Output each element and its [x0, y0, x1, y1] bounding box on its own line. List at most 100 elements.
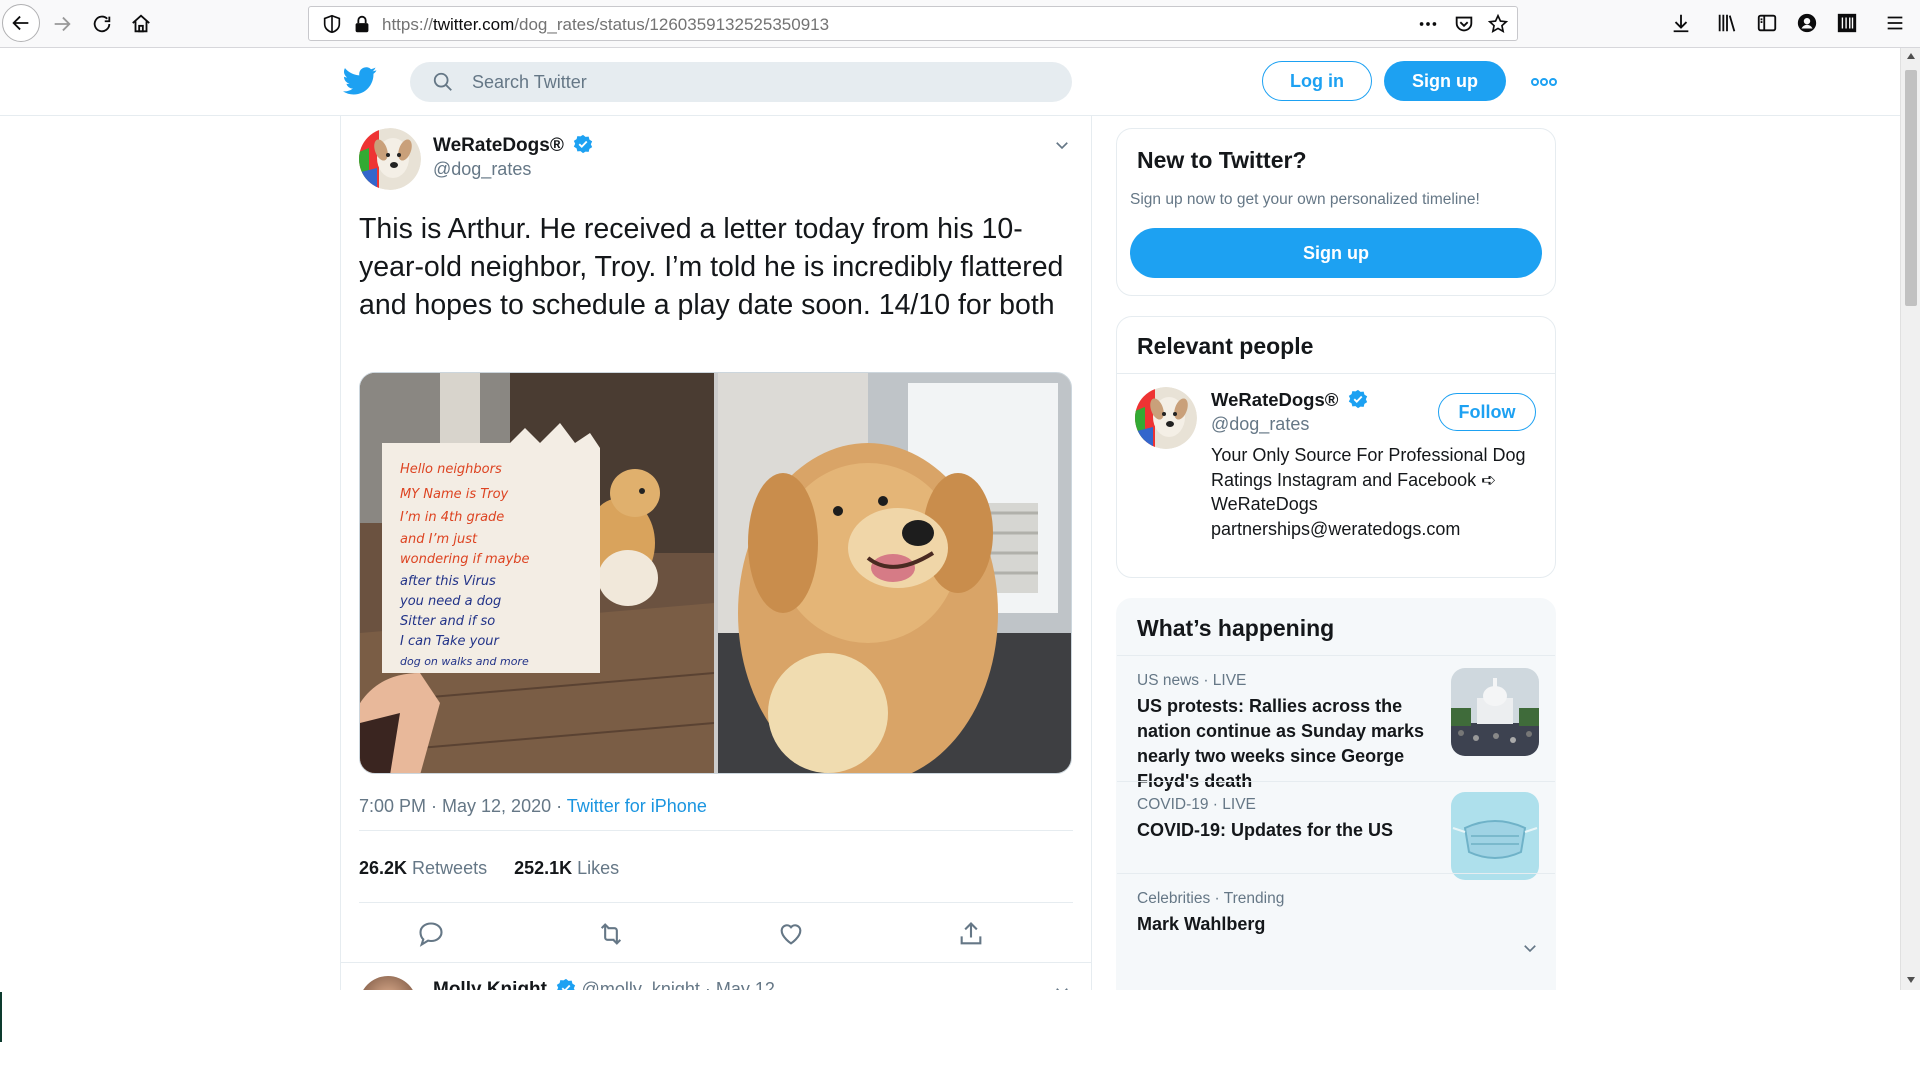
chevron-down-icon[interactable]: [1053, 982, 1071, 990]
reply-avatar[interactable]: [359, 976, 417, 990]
reply-header[interactable]: Molly Knight @molly_knight · May 12: [433, 978, 775, 990]
library-icon[interactable]: [1716, 12, 1738, 34]
trend-title: Mark Wahlberg: [1137, 914, 1266, 934]
letter-line: dog on walks and more: [400, 655, 529, 668]
reply-author-meta: @molly_knight · May 12: [581, 979, 775, 990]
chevron-down-icon[interactable]: [1521, 939, 1539, 957]
likes-label: Likes: [572, 858, 620, 878]
dog-avatar-image: [359, 128, 421, 190]
letter-line: Sitter and if so: [400, 614, 495, 629]
shield-icon[interactable]: [321, 13, 343, 35]
reply-icon[interactable]: [417, 920, 445, 948]
url-text[interactable]: https://twitter.com/dog_rates/status/126…: [382, 15, 829, 35]
letter-line: I can Take your: [400, 634, 501, 649]
author-name[interactable]: WeRateDogs®: [433, 134, 593, 157]
divider: [1117, 373, 1555, 374]
arrow-left-icon: [12, 15, 29, 31]
like-icon[interactable]: [777, 920, 805, 948]
trend-thumbnail: [1451, 792, 1539, 880]
forward-button[interactable]: [46, 8, 78, 40]
menu-icon[interactable]: [1884, 12, 1906, 34]
download-icon[interactable]: [1670, 12, 1692, 34]
author-handle[interactable]: @dog_rates: [433, 159, 531, 180]
url-scheme: https://: [382, 15, 434, 34]
tweet-text: This is Arthur. He received a letter tod…: [359, 213, 1064, 321]
tweet-media[interactable]: Hello neighbors MY Name is Troy I’m in 4…: [359, 372, 1072, 774]
tweet-source-link[interactable]: Twitter for iPhone: [567, 796, 707, 816]
letter-line: I’m in 4th grade: [400, 510, 504, 525]
home-icon: [132, 14, 150, 33]
person-bio: Your Only Source For Professional Dog Ra…: [1211, 445, 1526, 539]
reload-icon: [93, 15, 111, 33]
person-avatar[interactable]: [1135, 387, 1197, 449]
twitter-bird-icon[interactable]: [343, 66, 377, 96]
search-input[interactable]: [472, 62, 1052, 102]
page-actions-icon[interactable]: [1417, 13, 1439, 35]
arrow-right-icon: [54, 16, 71, 32]
whats-happening-card: What’s happening US news · LIVE US prote…: [1116, 598, 1556, 990]
reload-button[interactable]: [86, 8, 118, 40]
letter-line: you need a dog: [399, 594, 501, 609]
scroll-down-arrow-icon[interactable]: [1906, 976, 1916, 984]
likes-stat[interactable]: 252.1K Likes: [514, 858, 619, 878]
account-icon[interactable]: [1796, 12, 1818, 34]
trend-item[interactable]: US news · LIVE US protests: Rallies acro…: [1117, 655, 1555, 791]
author-avatar[interactable]: [359, 128, 421, 190]
letter-line: wondering if maybe: [400, 552, 530, 567]
reply-author-name: Molly Knight: [433, 979, 547, 990]
retweets-label: Retweets: [407, 858, 488, 878]
url-path: /dog_rates/status/1260359132525350913: [514, 15, 830, 34]
letter-line: Hello neighbors: [400, 462, 502, 477]
retweets-stat[interactable]: 26.2K Retweets: [359, 858, 487, 878]
divider: [341, 962, 1091, 963]
trend-category: US news · LIVE: [1137, 672, 1247, 689]
likes-count: 252.1K: [514, 858, 573, 878]
url-bar[interactable]: https://twitter.com/dog_rates/status/126…: [308, 6, 1518, 41]
browser-toolbar: https://twitter.com/dog_rates/status/126…: [0, 0, 1920, 48]
trend-title: COVID-19: Updates for the US: [1137, 820, 1394, 840]
twitter-header: Log in Sign up: [0, 48, 1900, 116]
trend-item[interactable]: COVID-19 · LIVE COVID-19: Updates for th…: [1117, 781, 1555, 880]
person-handle[interactable]: @dog_rates: [1211, 414, 1309, 435]
relevant-people-card: Relevant people WeRateDogs® @dog_rates F…: [1116, 316, 1556, 578]
card-title: Relevant people: [1137, 333, 1314, 359]
search-box[interactable]: [410, 62, 1072, 102]
bookmark-star-icon[interactable]: [1487, 13, 1509, 35]
back-button[interactable]: [2, 4, 40, 42]
person-name[interactable]: WeRateDogs®: [1211, 389, 1368, 411]
home-button[interactable]: [125, 8, 157, 40]
login-button[interactable]: Log in: [1262, 61, 1372, 101]
card-title: New to Twitter?: [1137, 147, 1307, 173]
divider: [359, 830, 1073, 831]
signup-button[interactable]: Sign up: [1384, 61, 1506, 101]
tweet-time[interactable]: 7:00 PM · May 12, 2020 ·: [359, 796, 567, 816]
follow-button[interactable]: Follow: [1438, 393, 1536, 431]
pocket-icon[interactable]: [1453, 13, 1475, 35]
sidebar-toggle-icon[interactable]: [1756, 12, 1778, 34]
retweets-count: 26.2K: [359, 858, 408, 878]
letter-line: MY Name is Troy: [400, 487, 509, 502]
tweet-timestamp: 7:00 PM · May 12, 2020 · Twitter for iPh…: [359, 796, 707, 817]
author-name-text: WeRateDogs®: [433, 135, 564, 156]
page-scrollbar[interactable]: [1900, 48, 1920, 990]
scroll-up-arrow-icon[interactable]: [1906, 52, 1916, 60]
trend-item[interactable]: Celebrities · Trending Mark Wahlberg: [1117, 873, 1555, 989]
share-icon[interactable]: [957, 920, 985, 948]
divider: [359, 902, 1073, 903]
chevron-down-icon[interactable]: [1053, 136, 1071, 154]
scrollbar-thumb[interactable]: [1905, 70, 1917, 306]
extension-icon[interactable]: [1836, 12, 1858, 34]
person-name-text: WeRateDogs®: [1211, 389, 1339, 410]
card-title: What’s happening: [1137, 615, 1335, 641]
lock-icon[interactable]: [351, 13, 373, 35]
verified-badge-icon: [573, 134, 593, 154]
sidebar-signup-button[interactable]: Sign up: [1130, 228, 1542, 278]
verified-badge-icon: [1348, 389, 1367, 409]
verified-badge-icon: [557, 978, 576, 990]
retweet-icon[interactable]: [597, 920, 625, 948]
trend-category: COVID-19 · LIVE: [1137, 796, 1256, 813]
letter-photo[interactable]: Hello neighbors MY Name is Troy I’m in 4…: [360, 373, 714, 774]
more-options-icon[interactable]: [1530, 72, 1558, 92]
new-to-twitter-card: New to Twitter? Sign up now to get your …: [1116, 128, 1556, 296]
puppy-photo[interactable]: [718, 373, 1072, 774]
